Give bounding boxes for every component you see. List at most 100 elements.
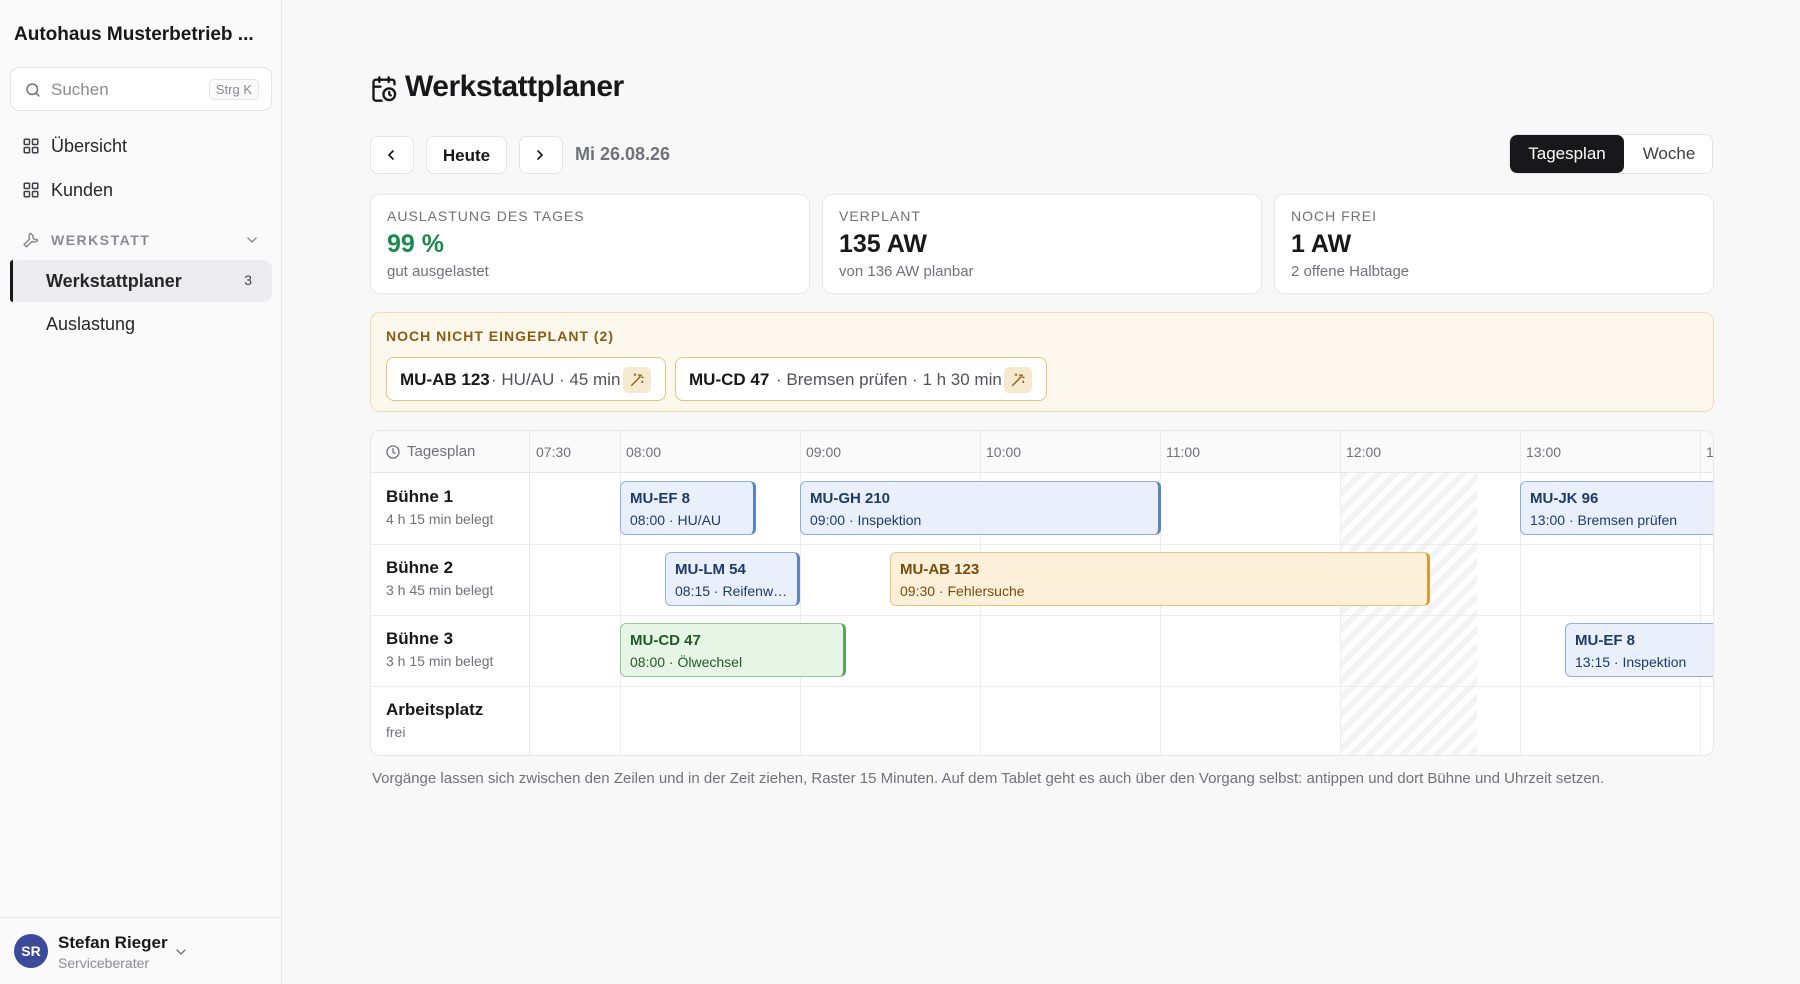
unplanned-job-mu-ab-123[interactable]: MU-AB 123 · HU/AU · 45 min xyxy=(386,357,666,401)
auto-plan-button[interactable] xyxy=(623,367,651,393)
grid-icon xyxy=(23,182,39,198)
schedule-grid: Tagesplan 07:30 08:00 09:00 10:00 11:00 … xyxy=(370,430,1714,756)
job-plate: MU-GH 210 xyxy=(810,490,891,507)
kpi-label: VERPLANT xyxy=(839,208,921,224)
sidebar-item-label: Auslastung xyxy=(46,314,136,334)
sidebar: Autohaus Musterbetrieb ... Suchen Strg K… xyxy=(0,0,282,984)
next-day-button[interactable] xyxy=(519,136,563,174)
nav-item-kunden[interactable]: Kunden xyxy=(10,169,272,211)
job-card[interactable]: MU-EF 8 13:15 · Inspektion xyxy=(1565,623,1713,677)
job-plate: MU-EF 8 xyxy=(630,490,690,507)
time-tick: 09:00 xyxy=(806,444,842,460)
auto-plan-button[interactable] xyxy=(1004,367,1032,393)
grid-line xyxy=(1520,431,1521,755)
time-tick: 10:00 xyxy=(986,444,1022,460)
time-tick: 08:00 xyxy=(626,444,662,460)
unplanned-header: NOCH NICHT EINGEPLANT (2) xyxy=(386,328,614,344)
today-button[interactable]: Heute xyxy=(426,136,507,174)
job-plate: MU-CD 47 xyxy=(630,632,701,649)
sidebar-item-auslastung[interactable]: Auslastung xyxy=(10,303,272,345)
user-role: Serviceberater xyxy=(58,955,150,971)
row-divider xyxy=(371,615,1713,616)
row-sub: 3 h 15 min belegt xyxy=(386,653,494,669)
chevron-right-icon xyxy=(537,150,544,160)
row-sub: frei xyxy=(386,724,406,740)
job-card[interactable]: MU-JK 96 13:00 · Bremsen prüfen xyxy=(1520,481,1713,535)
tab-tagesplan[interactable]: Tagesplan xyxy=(1510,135,1624,173)
job-detail: 08:15 · Reifenwechsel xyxy=(675,583,788,599)
job-detail: 09:00 · Inspektion xyxy=(810,512,922,528)
label-column-divider xyxy=(529,431,530,755)
row-label: Bühne 1 xyxy=(386,487,454,506)
section-label: WERKSTATT xyxy=(51,232,151,248)
schedule-header: Tagesplan 07:30 08:00 09:00 10:00 11:00 … xyxy=(371,431,1714,473)
search-icon xyxy=(26,83,40,97)
user-name: Stefan Rieger xyxy=(58,933,168,952)
kpi-sub: 2 offene Halbtage xyxy=(1291,263,1410,280)
row-divider xyxy=(371,686,1713,687)
job-detail: 13:00 · Bremsen prüfen xyxy=(1530,512,1678,528)
kpi-value: 1 AW xyxy=(1291,230,1352,258)
unplanned-job-mu-cd-47[interactable]: MU-CD 47 · Bremsen prüfen · 1 h 30 min xyxy=(675,357,1047,401)
nav-item-label: Übersicht xyxy=(51,136,128,156)
job-plate: MU-EF 8 xyxy=(1575,632,1635,649)
job-detail: 08:00 · HU/AU xyxy=(630,512,722,528)
search-shortcut: Strg K xyxy=(208,79,259,100)
magic-wand-icon xyxy=(631,373,644,386)
nav-item-label: Kunden xyxy=(51,180,114,200)
brand-name[interactable]: Autohaus Musterbetrieb ... xyxy=(14,24,270,46)
page-title: Werkstattplaner xyxy=(405,70,624,103)
row-sub: 3 h 45 min belegt xyxy=(386,582,494,598)
time-tick: 07:30 xyxy=(536,444,572,460)
job-plate: MU-AB 123 xyxy=(900,561,980,578)
tab-woche[interactable]: Woche xyxy=(1624,135,1712,173)
kpi-card-verplant: VERPLANT 135 AW von 136 AW planbar xyxy=(822,194,1262,294)
time-tick: 13:00 xyxy=(1526,444,1562,460)
time-tick: 14:00 xyxy=(1706,444,1714,460)
grid-line xyxy=(800,431,801,755)
job-card[interactable]: MU-EF 8 08:00 · HU/AU xyxy=(620,481,756,535)
job-detail: 13:15 · Inspektion xyxy=(1575,654,1687,670)
today-button-label: Heute xyxy=(442,146,491,165)
kpi-label: NOCH FREI xyxy=(1291,208,1377,224)
job-plate: MU-CD 47 xyxy=(689,370,770,389)
job-desc: · Bremsen prüfen · 1 h 30 min xyxy=(776,370,1002,389)
job-plate: MU-JK 96 xyxy=(1530,490,1599,507)
job-card[interactable]: MU-GH 210 09:00 · Inspektion xyxy=(800,481,1161,535)
kpi-value: 99 % xyxy=(387,230,444,258)
time-tick: 12:00 xyxy=(1346,444,1382,460)
job-card[interactable]: MU-AB 123 09:30 · Fehlersuche xyxy=(890,552,1430,606)
kpi-label: AUSLASTUNG DES TAGES xyxy=(387,208,585,224)
row-label: Arbeitsplatz xyxy=(386,700,484,719)
row-label: Bühne 3 xyxy=(386,629,454,648)
section-werkstatt[interactable]: WERKSTATT xyxy=(10,226,272,256)
time-tick: 11:00 xyxy=(1166,444,1200,460)
current-date: Mi 26.08.26 xyxy=(575,144,671,164)
kpi-value: 135 AW xyxy=(839,230,928,258)
search-input[interactable]: Suchen Strg K xyxy=(10,67,272,111)
job-card[interactable]: MU-CD 47 08:00 · Ölwechsel xyxy=(620,623,846,677)
prev-day-button[interactable] xyxy=(370,136,414,174)
row-sub: 4 h 15 min belegt xyxy=(386,511,494,527)
job-plate: MU-LM 54 xyxy=(675,561,746,578)
grid-icon xyxy=(23,138,39,154)
grid-line xyxy=(1700,431,1701,755)
kpi-sub: gut ausgelastet xyxy=(387,263,489,280)
magic-wand-icon xyxy=(1012,373,1025,386)
job-desc: · HU/AU · 45 min xyxy=(491,370,621,389)
clock-icon xyxy=(386,445,400,459)
nav-item-uebersicht[interactable]: Übersicht xyxy=(10,125,272,167)
kpi-card-auslastung: AUSLASTUNG DES TAGES 99 % gut ausgelaste… xyxy=(370,194,810,294)
schedule-corner-label: Tagesplan xyxy=(407,443,476,460)
job-detail: 08:00 · Ölwechsel xyxy=(630,654,743,670)
chevron-down-icon xyxy=(176,949,186,955)
wrench-icon xyxy=(23,232,39,248)
sidebar-item-label: Werkstattplaner xyxy=(46,271,182,291)
grid-line xyxy=(620,431,621,755)
sidebar-item-werkstattplaner[interactable]: Werkstattplaner 3 xyxy=(10,260,272,302)
avatar: SR xyxy=(14,934,48,968)
job-card[interactable]: MU-LM 54 08:15 · Reifenwechsel xyxy=(665,552,800,606)
job-plate: MU-AB 123 xyxy=(400,370,490,389)
user-menu[interactable]: SR Stefan Rieger Serviceberater xyxy=(0,917,282,984)
search-placeholder: Suchen xyxy=(51,80,109,99)
